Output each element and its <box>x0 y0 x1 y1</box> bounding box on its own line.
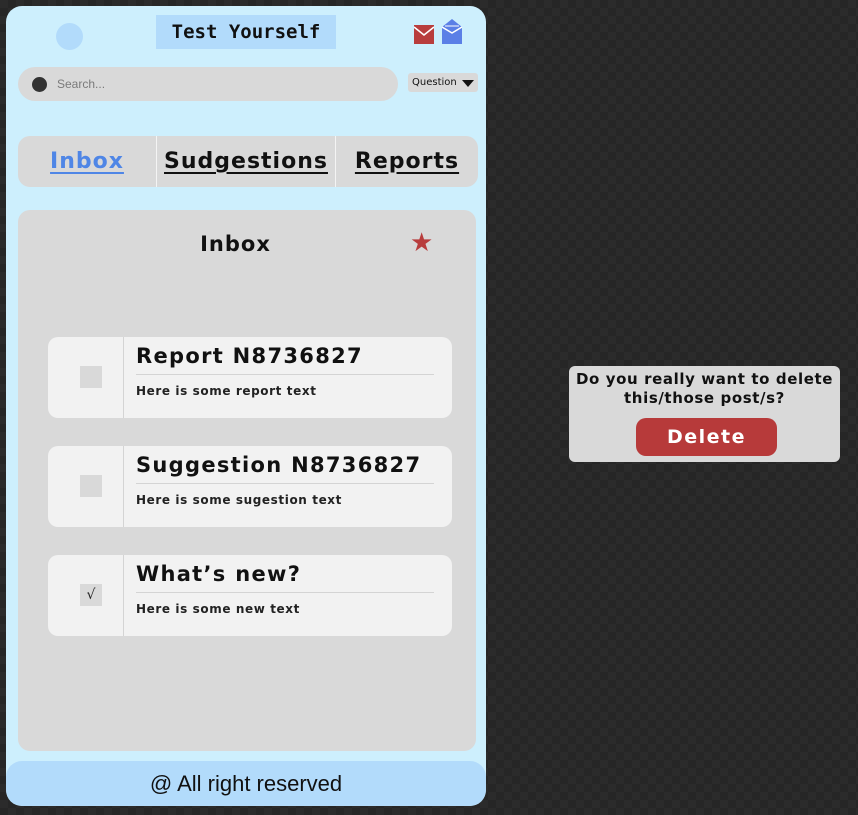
message-title: Report N8736827 <box>136 344 363 368</box>
delete-button[interactable]: Delete <box>636 418 777 456</box>
list-item[interactable]: √ What’s new? Here is some new text <box>48 555 452 636</box>
message-text: Here is some sugestion text <box>136 493 342 507</box>
message-checkbox[interactable] <box>80 475 102 497</box>
dialog-message-line: this/those post/s? <box>624 389 785 407</box>
filter-select[interactable]: Question <box>408 73 478 92</box>
divider <box>136 592 434 593</box>
checkbox-area <box>48 337 124 418</box>
tab-reports[interactable]: Reports <box>335 136 478 187</box>
star-icon[interactable]: ★ <box>410 230 433 256</box>
divider <box>136 374 434 375</box>
phone-frame: Test Yourself Question Inbox Sudgestions… <box>6 6 486 806</box>
message-text: Here is some new text <box>136 602 300 616</box>
message-title: Suggestion N8736827 <box>136 453 422 477</box>
filter-selected-value: Question <box>412 77 457 88</box>
dialog-message: Do you really want to delete this/those … <box>569 370 840 408</box>
panel-title: Inbox <box>200 232 271 256</box>
tab-suggestions[interactable]: Sudgestions <box>156 136 335 187</box>
message-list: Report N8736827 Here is some report text… <box>48 337 452 664</box>
search-input[interactable] <box>57 77 357 91</box>
footer: @ All right reserved <box>6 761 486 806</box>
message-checkbox[interactable] <box>80 366 102 388</box>
message-title: What’s new? <box>136 562 302 586</box>
message-checkbox[interactable]: √ <box>80 584 102 606</box>
search-icon <box>32 76 47 92</box>
list-item[interactable]: Suggestion N8736827 Here is some sugesti… <box>48 446 452 527</box>
checkbox-area: √ <box>48 555 124 636</box>
mail-open-icon[interactable] <box>442 19 462 45</box>
tab-bar: Inbox Sudgestions Reports <box>18 136 478 187</box>
avatar[interactable] <box>56 23 83 50</box>
list-item[interactable]: Report N8736827 Here is some report text <box>48 337 452 418</box>
dialog-message-line: Do you really want to delete <box>575 370 834 388</box>
app-title: Test Yourself <box>156 15 336 49</box>
checkbox-area <box>48 446 124 527</box>
divider <box>136 483 434 484</box>
mail-icon[interactable] <box>414 23 434 45</box>
delete-confirm-dialog: Do you really want to delete this/those … <box>569 366 840 462</box>
message-text: Here is some report text <box>136 384 317 398</box>
search-bar[interactable] <box>18 67 398 101</box>
tab-inbox[interactable]: Inbox <box>18 136 156 187</box>
inbox-panel: Inbox ★ Report N8736827 Here is some rep… <box>18 210 476 751</box>
chevron-down-icon <box>462 80 474 87</box>
